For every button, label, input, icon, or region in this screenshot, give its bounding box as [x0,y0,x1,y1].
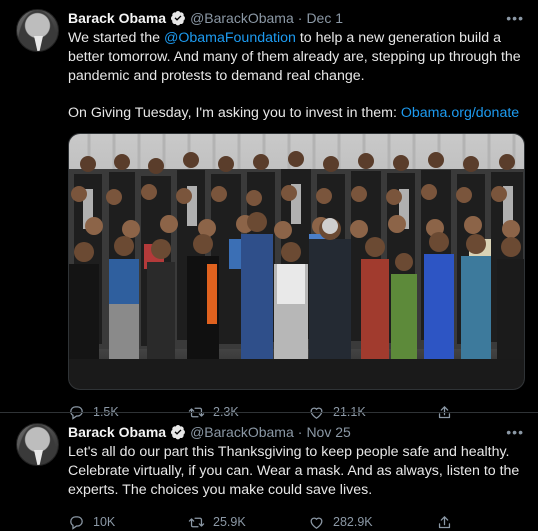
verified-badge-icon [170,424,186,440]
like-count: 282.9K [333,515,373,529]
author-handle[interactable]: @BarackObama [190,424,294,440]
more-options-icon[interactable]: ••• [506,424,524,440]
tweet-text-segment: On Giving Tuesday, I'm asking you to inv… [68,105,401,121]
avatar[interactable] [16,9,59,52]
tweet-header: Barack Obama @BarackObama · Nov 25 ••• [68,423,524,441]
like-button[interactable]: 282.9K [308,514,436,531]
reply-button[interactable]: 10K [68,514,188,531]
tweet-photo[interactable] [68,133,525,390]
tweet[interactable]: Barack Obama @BarackObama · Nov 25 ••• L… [0,413,538,531]
group-photo-image [69,134,524,389]
heart-icon [310,517,323,529]
tweet-text: Let's all do our part this Thanksgiving … [68,444,520,498]
retweet-icon [188,517,205,527]
reply-count: 10K [93,515,116,529]
tweet-content: Barack Obama @BarackObama · Dec 1 ••• We… [68,9,525,420]
tweet-actions: 10K 25.9K 282.9K [68,513,524,531]
separator-dot: · [297,424,303,440]
author-name[interactable]: Barack Obama [68,10,166,26]
donate-link[interactable]: Obama.org/donate [401,105,519,121]
tweet-text: We started the @ObamaFoundation to help … [68,29,524,123]
tweet[interactable]: Barack Obama @BarackObama · Dec 1 ••• We… [0,0,538,420]
author-handle[interactable]: @BarackObama [190,10,294,26]
tweet-header: Barack Obama @BarackObama · Dec 1 ••• [68,9,524,27]
mention-link[interactable]: @ObamaFoundation [164,30,296,46]
tweet-content: Barack Obama @BarackObama · Nov 25 ••• L… [68,423,524,531]
avatar[interactable] [16,423,59,466]
share-button[interactable] [436,514,461,531]
tweet-date[interactable]: Dec 1 [306,10,343,26]
separator-dot: · [297,10,303,26]
share-icon [438,515,451,528]
timeline: Barack Obama @BarackObama · Dec 1 ••• We… [0,0,538,531]
tweet-text-segment: We started the [68,30,164,46]
more-options-icon[interactable]: ••• [506,10,524,26]
tweet-date[interactable]: Nov 25 [306,424,350,440]
reply-icon [70,515,83,530]
verified-badge-icon [170,10,186,26]
author-name[interactable]: Barack Obama [68,424,166,440]
retweet-button[interactable]: 25.9K [188,514,308,531]
retweet-count: 25.9K [213,515,246,529]
